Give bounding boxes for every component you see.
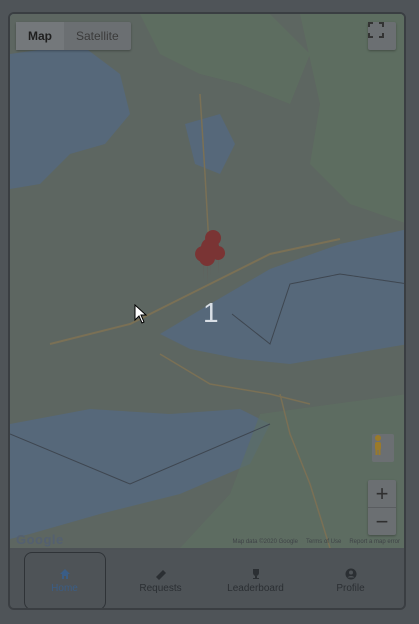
map-canvas bbox=[10, 14, 404, 548]
pegman-icon[interactable] bbox=[372, 434, 394, 462]
terms-link[interactable]: Terms of Use bbox=[306, 539, 341, 545]
cluster-count: 1 bbox=[203, 297, 219, 328]
map-type-control: Map Satellite bbox=[16, 22, 131, 50]
request-icon bbox=[155, 570, 166, 580]
report-error-link[interactable]: Report a map error bbox=[349, 539, 400, 545]
satellite-tab[interactable]: Satellite bbox=[64, 22, 131, 50]
fullscreen-icon[interactable] bbox=[368, 22, 396, 50]
nav-label-leaderboard: Leaderboard bbox=[227, 583, 284, 594]
nav-item-requests[interactable]: Requests bbox=[121, 553, 201, 608]
nav-label-requests: Requests bbox=[139, 583, 182, 594]
profile-icon bbox=[345, 568, 356, 580]
zoom-in-button[interactable]: + bbox=[368, 480, 396, 507]
trophy-icon bbox=[252, 569, 259, 579]
nav-label-profile: Profile bbox=[336, 583, 365, 594]
google-logo: Google bbox=[16, 532, 64, 547]
map-view[interactable]: Map Satellite 1 + − Google Map data ©202… bbox=[10, 14, 404, 548]
nav-item-leaderboard[interactable]: Leaderboard bbox=[216, 553, 296, 608]
home-icon bbox=[59, 569, 70, 579]
zoom-out-button[interactable]: − bbox=[368, 508, 396, 535]
nav-item-home[interactable]: Home bbox=[23, 552, 106, 608]
zoom-control: + − bbox=[368, 480, 396, 535]
map-attribution: Map data ©2020 Google Terms of Use Repor… bbox=[233, 539, 401, 545]
bottom-navigation: Home Requests Leaderboard Profile bbox=[10, 550, 404, 608]
map-tab[interactable]: Map bbox=[16, 22, 64, 50]
nav-label-home: Home bbox=[51, 583, 78, 594]
nav-item-profile[interactable]: Profile bbox=[311, 553, 391, 608]
map-data-text: Map data ©2020 Google bbox=[232, 539, 298, 545]
app-frame: Map Satellite 1 + − Google Map data ©202… bbox=[8, 12, 406, 610]
